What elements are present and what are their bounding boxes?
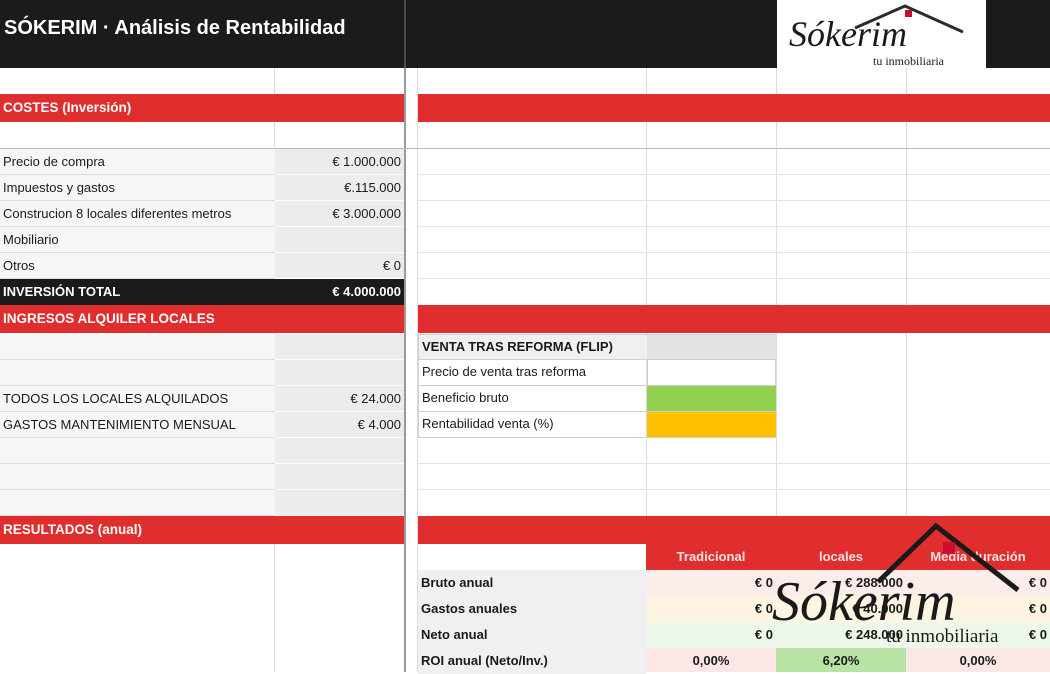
value-tradicional[interactable]: € 0 xyxy=(646,622,776,648)
grid-row-line xyxy=(418,200,1050,201)
value-locales[interactable]: € 40.000 xyxy=(776,596,906,622)
logo-tagline: tu inmobiliaria xyxy=(873,54,944,68)
row-value[interactable]: € 4.000 xyxy=(275,412,404,438)
row-label: Otros xyxy=(3,258,35,273)
value-locales[interactable]: € 248.000 xyxy=(776,622,906,648)
empty-cell[interactable] xyxy=(275,360,404,386)
total-label: INVERSIÓN TOTAL xyxy=(3,284,121,299)
empty-row xyxy=(0,490,404,516)
table-row[interactable]: TODOS LOS LOCALES ALQUILADOS € 24.000 xyxy=(0,386,404,412)
flip-title: VENTA TRAS REFORMA (FLIP) xyxy=(422,339,613,354)
empty-row xyxy=(0,438,404,464)
row-value[interactable] xyxy=(275,227,404,253)
table-row[interactable]: Beneficio bruto xyxy=(418,386,776,412)
row-label: Precio de compra xyxy=(3,154,105,169)
value-tradicional[interactable]: 0,00% xyxy=(646,648,776,672)
row-value[interactable]: € 1.000.000 xyxy=(275,149,404,175)
column-divider-main xyxy=(404,68,406,672)
col-header-media-duracion[interactable]: Media duración xyxy=(906,544,1050,570)
resultados-title: RESULTADOS (anual) xyxy=(3,522,143,537)
row-label: Rentabilidad venta (%) xyxy=(422,416,554,431)
value-locales[interactable]: € 288.000 xyxy=(776,570,906,596)
table-row[interactable]: ROI anual (Neto/Inv.) 0,00% 6,20% 0,00% xyxy=(418,648,1050,674)
value-media-duracion[interactable]: 0,00% xyxy=(906,648,1050,672)
flip-header-cell xyxy=(647,335,776,359)
empty-row xyxy=(0,360,404,386)
row-label: Precio de venta tras reforma xyxy=(422,364,587,379)
row-value[interactable]: € 0 xyxy=(275,253,404,279)
table-row[interactable]: Construcion 8 locales diferentes metros … xyxy=(0,201,404,227)
empty-row xyxy=(0,464,404,490)
logo: Sókerim tu inmobiliaria xyxy=(777,0,986,68)
table-row[interactable]: Impuestos y gastos €.115.000 xyxy=(0,175,404,201)
empty-cell[interactable] xyxy=(275,490,404,516)
empty-cell[interactable] xyxy=(275,334,404,360)
gross-profit-cell[interactable] xyxy=(647,386,776,411)
empty-cell[interactable] xyxy=(275,438,404,464)
row-label: Beneficio bruto xyxy=(422,390,509,405)
logo-brand: Sókerim xyxy=(789,14,907,54)
row-label: Impuestos y gastos xyxy=(3,180,115,195)
col-header-tradicional[interactable]: Tradicional xyxy=(646,544,776,570)
row-label: Gastos anuales xyxy=(418,596,646,622)
empty-cell[interactable] xyxy=(275,464,404,490)
costes-title: COSTES (Inversión) xyxy=(3,100,132,115)
table-row[interactable]: Rentabilidad venta (%) xyxy=(418,412,776,438)
right-header-band xyxy=(418,94,1050,122)
row-label: GASTOS MANTENIMIENTO MENSUAL xyxy=(3,417,236,432)
total-row: INVERSIÓN TOTAL € 4.000.000 xyxy=(0,279,404,305)
value-tradicional[interactable]: € 0 xyxy=(646,570,776,596)
grid-row-line xyxy=(418,278,1050,279)
grid-row-line xyxy=(418,252,1050,253)
total-value: € 4.000.000 xyxy=(332,284,401,299)
resultados-header-band: RESULTADOS (anual) xyxy=(0,516,404,544)
table-row[interactable]: Precio de compra € 1.000.000 xyxy=(0,149,404,175)
row-label: Bruto anual xyxy=(418,570,646,596)
table-row[interactable]: Bruto anual € 0 € 288.000 € 0 xyxy=(418,570,1050,596)
table-row[interactable]: Otros € 0 xyxy=(0,253,404,279)
resultados-table: Tradicional locales Media duración Bruto… xyxy=(418,544,1050,674)
table-row[interactable]: Mobiliario xyxy=(0,227,404,253)
table-row[interactable]: Gastos anuales € 0 € 40.000 € 0 xyxy=(418,596,1050,622)
row-value[interactable]: € 3.000.000 xyxy=(275,201,404,227)
table-row[interactable]: Precio de venta tras reforma xyxy=(418,360,776,386)
ingresos-title: INGRESOS ALQUILER LOCALES xyxy=(3,311,215,326)
table-row[interactable]: Neto anual € 0 € 248.000 € 0 xyxy=(418,622,1050,648)
sale-return-cell[interactable] xyxy=(647,412,776,437)
page-title: SÓKERIM · Análisis de Rentabilidad xyxy=(4,17,346,39)
row-label: TODOS LOS LOCALES ALQUILADOS xyxy=(3,391,229,406)
right-header-band xyxy=(418,516,1050,544)
row-value[interactable]: €.115.000 xyxy=(275,175,404,201)
header-divider xyxy=(404,0,406,68)
row-label: ROI anual (Neto/Inv.) xyxy=(418,648,646,674)
value-media-duracion[interactable]: € 0 xyxy=(906,596,1050,622)
value-locales[interactable]: 6,20% xyxy=(776,648,906,672)
grid-row-line xyxy=(418,226,1050,227)
col-header-locales[interactable]: locales xyxy=(776,544,906,570)
value-media-duracion[interactable]: € 0 xyxy=(906,622,1050,648)
grid-row-line xyxy=(418,489,1050,490)
ingresos-header-band: INGRESOS ALQUILER LOCALES xyxy=(0,305,404,333)
value-media-duracion[interactable]: € 0 xyxy=(906,570,1050,596)
value-tradicional[interactable]: € 0 xyxy=(646,596,776,622)
row-label: Mobiliario xyxy=(3,232,59,247)
row-value[interactable]: € 24.000 xyxy=(275,386,404,412)
row-label: Construcion 8 locales diferentes metros xyxy=(3,206,232,221)
empty-row xyxy=(0,334,404,360)
right-header-band xyxy=(418,305,1050,333)
results-col-header-row: Tradicional locales Media duración xyxy=(646,544,1050,570)
costes-header-band: COSTES (Inversión) xyxy=(0,94,404,122)
grid-row-line xyxy=(418,174,1050,175)
sale-price-input[interactable] xyxy=(647,360,776,385)
row-label: Neto anual xyxy=(418,622,646,648)
flip-header-row: VENTA TRAS REFORMA (FLIP) xyxy=(418,334,776,360)
grid-row-line xyxy=(418,463,1050,464)
table-row[interactable]: GASTOS MANTENIMIENTO MENSUAL € 4.000 xyxy=(0,412,404,438)
